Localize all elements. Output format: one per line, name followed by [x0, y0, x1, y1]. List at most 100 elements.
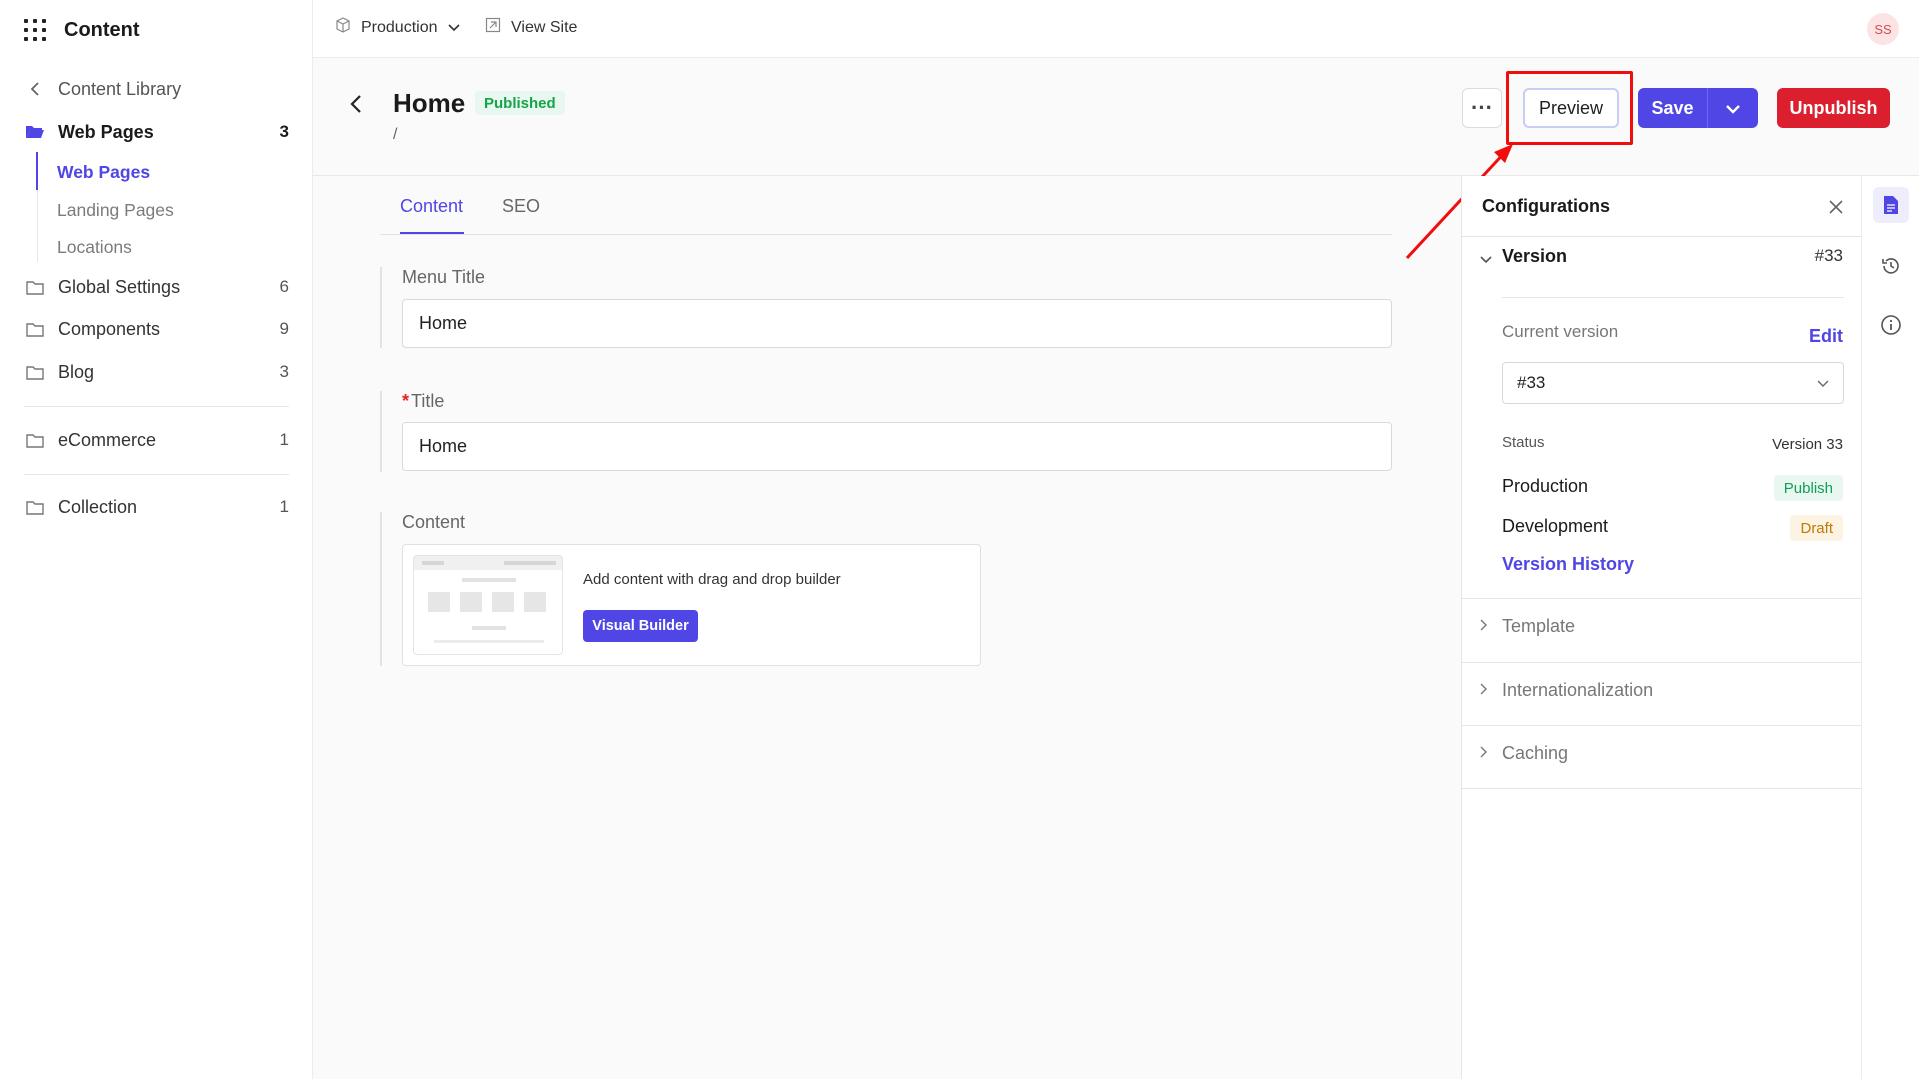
version-number: #33 — [1814, 246, 1843, 265]
version-select-value: #33 — [1517, 373, 1546, 392]
section-internationalization[interactable]: Internationalization — [1502, 680, 1653, 701]
draft-badge: Draft — [1790, 515, 1843, 541]
tab-seo[interactable]: SEO — [502, 196, 540, 217]
configurations-panel: Configurations Version #33 Current versi… — [1461, 176, 1862, 1079]
folder-icon — [24, 280, 46, 295]
visual-builder-card: Add content with drag and drop builder V… — [402, 544, 981, 666]
panel-title: Configurations — [1482, 196, 1610, 216]
sidebar-subitem-landing-pages[interactable]: Landing Pages — [57, 195, 174, 225]
version-section-title[interactable]: Version — [1502, 246, 1567, 267]
section-divider — [1502, 297, 1844, 298]
unpublish-button[interactable]: Unpublish — [1777, 88, 1890, 128]
apps-grid-icon[interactable] — [24, 19, 46, 41]
sidebar-item-count: 6 — [279, 277, 289, 296]
chevron-down-icon[interactable] — [1480, 251, 1492, 269]
section-template[interactable]: Template — [1502, 616, 1575, 637]
view-site-link[interactable]: View Site — [485, 17, 577, 38]
sidebar-item-blog[interactable]: Blog 3 — [24, 357, 289, 387]
menu-title-input[interactable]: Home — [402, 299, 1392, 348]
env-development-label: Development — [1502, 516, 1609, 536]
env-production-label: Production — [1502, 476, 1589, 496]
cube-icon — [335, 17, 351, 38]
required-marker: * — [402, 391, 410, 411]
version-history-link[interactable]: Version History — [1502, 554, 1634, 575]
folder-icon — [24, 433, 46, 448]
sidebar-item-ecommerce[interactable]: eCommerce 1 — [24, 425, 289, 455]
folder-open-icon — [24, 124, 46, 140]
chevron-right-icon — [1480, 618, 1488, 636]
chevron-right-icon — [1480, 745, 1488, 763]
avatar[interactable]: SS — [1867, 13, 1899, 45]
sidebar-item-label: Components — [58, 318, 161, 339]
field-guide-line — [380, 267, 382, 348]
save-button[interactable]: Save — [1638, 88, 1707, 128]
field-guide-line — [380, 512, 382, 666]
sidebar-item-global-settings[interactable]: Global Settings 6 — [24, 272, 289, 302]
page-slug: / — [393, 126, 398, 143]
menu-title-label: Menu Title — [402, 267, 486, 287]
panel-divider — [1462, 788, 1862, 789]
view-site-label: View Site — [511, 18, 578, 36]
folder-icon — [24, 322, 46, 337]
folder-icon — [24, 500, 46, 515]
subtree-line — [37, 190, 38, 262]
more-options-button[interactable]: ··· — [1462, 88, 1502, 128]
chevron-down-icon — [1726, 98, 1740, 119]
environment-label: Production — [361, 18, 438, 36]
app-header: Content — [24, 16, 140, 44]
right-icon-rail — [1861, 176, 1919, 1079]
sidebar-item-count: 3 — [279, 362, 289, 381]
sidebar-item-label: Blog — [58, 361, 95, 382]
status-badge: Published — [475, 91, 565, 115]
field-guide-line — [380, 391, 382, 472]
external-link-icon — [485, 17, 501, 38]
title-label-text: Title — [411, 391, 445, 411]
app-title: Content — [64, 18, 140, 41]
environment-selector[interactable]: Production — [335, 17, 460, 38]
version-select[interactable]: #33 — [1502, 362, 1844, 404]
sidebar-item-label: Global Settings — [58, 276, 181, 297]
builder-description: Add content with drag and drop builder — [583, 571, 841, 588]
sidebar-subitem-locations[interactable]: Locations — [57, 232, 132, 262]
chevron-right-icon — [1480, 682, 1488, 700]
status-value: Version 33 — [1772, 436, 1843, 453]
tab-content[interactable]: Content — [400, 196, 463, 217]
visual-builder-button[interactable]: Visual Builder — [583, 610, 698, 642]
sidebar-item-count: 9 — [279, 319, 289, 338]
back-to-content-library[interactable]: Content Library — [24, 74, 289, 104]
topbar: Production View Site SS — [313, 0, 1919, 58]
document-icon[interactable] — [1873, 187, 1909, 223]
close-icon[interactable] — [1829, 194, 1843, 220]
back-label: Content Library — [58, 78, 182, 99]
page-header: Home Published / ··· Preview Save Unpubl… — [313, 58, 1919, 176]
layout-thumbnail-icon — [413, 555, 563, 655]
sidebar-divider — [24, 474, 289, 475]
page-title: Home — [393, 88, 466, 118]
chevron-left-icon — [24, 82, 46, 96]
preview-button[interactable]: Preview — [1523, 88, 1619, 128]
sidebar-item-count: 1 — [279, 497, 289, 516]
publish-badge: Publish — [1773, 475, 1843, 501]
history-icon[interactable] — [1873, 248, 1909, 284]
sidebar-divider — [24, 406, 289, 407]
chevron-down-icon — [1817, 373, 1829, 393]
info-icon[interactable] — [1873, 307, 1909, 343]
title-input[interactable]: Home — [402, 422, 1392, 471]
section-caching[interactable]: Caching — [1502, 743, 1568, 764]
panel-divider — [1462, 236, 1862, 237]
sidebar-item-count: 1 — [279, 430, 289, 449]
panel-divider — [1462, 725, 1862, 726]
tabs-divider — [380, 234, 1392, 235]
sidebar-item-components[interactable]: Components 9 — [24, 314, 289, 344]
sidebar-item-label: Collection — [58, 496, 138, 517]
back-arrow-icon[interactable] — [350, 94, 362, 119]
status-label: Status — [1502, 434, 1545, 451]
sidebar-subitem-web-pages[interactable]: Web Pages — [57, 157, 150, 187]
folder-icon — [24, 365, 46, 380]
save-dropdown-button[interactable] — [1707, 88, 1758, 128]
sidebar: Content Content Library Web Pages 3 Web … — [0, 0, 313, 1079]
panel-divider — [1462, 662, 1862, 663]
sidebar-item-collection[interactable]: Collection 1 — [24, 492, 289, 522]
edit-version-link[interactable]: Edit — [1809, 326, 1843, 347]
sidebar-item-web-pages[interactable]: Web Pages 3 — [24, 117, 289, 147]
